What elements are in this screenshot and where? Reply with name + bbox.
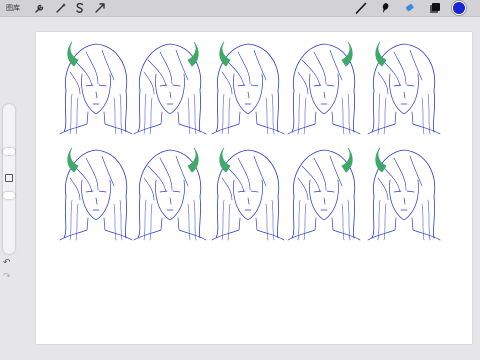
head-sketch — [287, 41, 361, 135]
selection-icon[interactable] — [74, 2, 86, 14]
color-swatch[interactable] — [453, 2, 465, 14]
head-sketch — [211, 41, 285, 135]
head-sketch — [367, 41, 441, 135]
smudge-icon[interactable] — [379, 2, 391, 14]
brush-size-slider[interactable] — [3, 148, 15, 155]
head-sketch — [211, 147, 285, 241]
magic-wand-icon[interactable] — [55, 2, 67, 14]
head-sketch — [59, 147, 133, 241]
head-sketch — [367, 147, 441, 241]
left-sidebar — [3, 104, 15, 254]
transform-arrow-icon[interactable] — [94, 2, 106, 14]
drawing-canvas[interactable] — [36, 32, 472, 344]
modify-button[interactable] — [5, 174, 13, 182]
gallery-button[interactable]: 图库 — [6, 2, 20, 14]
head-sketch — [133, 147, 207, 241]
sketch-layer — [59, 41, 441, 241]
brush-icon[interactable] — [355, 2, 367, 14]
wrench-icon[interactable] — [34, 2, 46, 14]
redo-button[interactable]: ↷ — [3, 272, 11, 282]
head-sketch — [133, 41, 207, 135]
head-sketch — [59, 41, 133, 135]
opacity-slider[interactable] — [3, 192, 15, 199]
eraser-icon[interactable] — [404, 2, 416, 14]
top-toolbar: 图库 — [0, 0, 480, 17]
layers-icon[interactable] — [429, 2, 441, 14]
head-sketch — [287, 147, 361, 241]
undo-button[interactable]: ↶ — [3, 258, 11, 268]
